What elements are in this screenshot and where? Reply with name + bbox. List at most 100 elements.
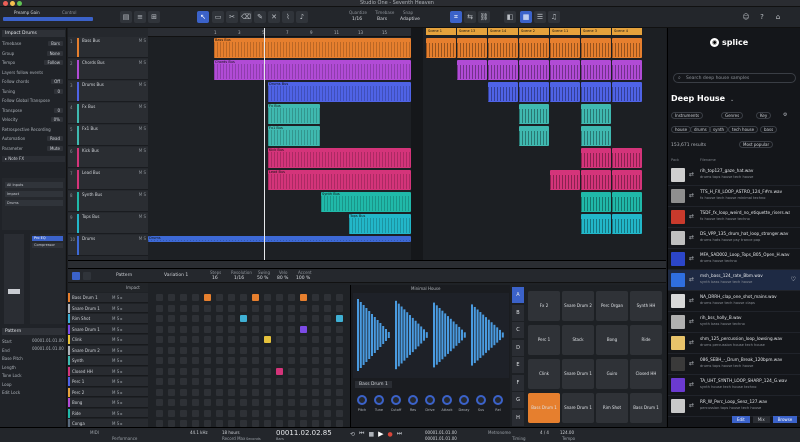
step-cell[interactable] xyxy=(156,315,163,322)
arrange-clip[interactable]: Kick Bus xyxy=(268,148,411,168)
drum-row[interactable]: Snare Drum 2 M S ▸ xyxy=(68,345,148,355)
step-cell[interactable] xyxy=(252,336,259,343)
knob-dial[interactable] xyxy=(493,395,503,405)
step-cell[interactable] xyxy=(324,315,331,322)
row-controls[interactable]: M S ▸ xyxy=(112,411,123,416)
scene-clip[interactable] xyxy=(519,60,549,80)
loop-end[interactable]: 00001.01.01.00 xyxy=(425,436,457,441)
arrange-clip[interactable]: Synth Bus xyxy=(321,192,411,212)
mute-solo-buttons[interactable]: M S xyxy=(139,60,146,65)
knob-dial[interactable] xyxy=(425,395,435,405)
scene-clip[interactable] xyxy=(457,60,487,80)
step-cell[interactable] xyxy=(300,399,307,406)
filter-genres[interactable]: Genres xyxy=(721,112,744,119)
step-cell[interactable] xyxy=(180,409,187,417)
row-controls[interactable]: M S ▸ xyxy=(112,358,123,363)
tag-chip[interactable]: drums xyxy=(690,126,711,133)
step-cell[interactable] xyxy=(204,399,211,406)
marker-icon[interactable]: ◧ xyxy=(504,11,516,23)
step-cell[interactable] xyxy=(204,388,211,396)
pad-bank[interactable]: A xyxy=(512,287,524,303)
scene-clip[interactable] xyxy=(612,38,642,58)
step-cell[interactable] xyxy=(288,336,295,343)
step-cell[interactable] xyxy=(312,420,319,427)
step-cell[interactable] xyxy=(312,357,319,364)
step-cell[interactable] xyxy=(180,357,187,364)
step-cell[interactable] xyxy=(336,367,343,375)
step-cell[interactable] xyxy=(156,325,163,333)
track-name[interactable]: Lead Bus xyxy=(82,170,100,175)
step-cell[interactable] xyxy=(288,304,295,312)
step-cell[interactable] xyxy=(300,294,307,301)
step-cell[interactable] xyxy=(276,294,283,301)
step-cell[interactable] xyxy=(204,325,211,333)
step-cell[interactable] xyxy=(228,294,235,301)
step-cell[interactable] xyxy=(204,304,211,312)
track-header[interactable]: 9 Tops Bus M S xyxy=(68,213,148,234)
scene-divider[interactable] xyxy=(411,28,423,260)
minimize-window-button[interactable] xyxy=(10,1,15,6)
tab-edit[interactable]: Edit xyxy=(732,416,750,423)
step-cell[interactable] xyxy=(180,325,187,333)
step-cell[interactable] xyxy=(252,294,259,301)
step-cell[interactable] xyxy=(192,420,199,427)
inspector-row-value[interactable]: Mute xyxy=(46,145,63,151)
step-cell[interactable] xyxy=(324,388,331,396)
close-window-button[interactable] xyxy=(3,1,8,6)
snap-toggle-icon[interactable]: ⌗ xyxy=(450,11,462,23)
drum-pad[interactable]: Bong xyxy=(596,325,628,355)
preamp-slider[interactable] xyxy=(3,17,93,21)
step-cell[interactable] xyxy=(324,357,331,364)
step-cell[interactable] xyxy=(252,315,259,322)
link-icon[interactable]: ⛓ xyxy=(478,11,490,23)
step-cell[interactable] xyxy=(252,420,259,427)
step-cell[interactable] xyxy=(192,336,199,343)
score-icon[interactable]: ♫ xyxy=(548,11,560,23)
mute-solo-buttons[interactable]: M S xyxy=(139,148,146,153)
step-cell[interactable] xyxy=(168,346,175,354)
track-name[interactable]: Bass Bus xyxy=(82,38,100,43)
scene-clip[interactable] xyxy=(581,148,611,168)
step-cell[interactable] xyxy=(252,367,259,375)
step-cell[interactable] xyxy=(336,399,343,406)
step-cell[interactable] xyxy=(264,346,271,354)
split-tool-icon[interactable]: ✂ xyxy=(226,11,238,23)
step-cell[interactable] xyxy=(288,294,295,301)
accent-value[interactable]: 100 % xyxy=(296,276,310,281)
plugin-slot[interactable]: Compressor xyxy=(32,243,63,248)
splice-search-input[interactable]: ⌕ Search deep house samples xyxy=(673,73,796,83)
drum-pad[interactable]: Closed HH xyxy=(630,359,662,389)
arrow-tool-icon[interactable]: ↖ xyxy=(197,11,209,23)
sampler-knob[interactable]: Sus xyxy=(474,395,488,417)
step-cell[interactable] xyxy=(228,399,235,406)
sampler-knob[interactable]: Tune xyxy=(372,395,386,417)
track-name[interactable]: Drums xyxy=(82,236,95,241)
knob-dial[interactable] xyxy=(442,395,452,405)
arrange-clip[interactable]: Drums Bus xyxy=(268,82,411,102)
step-cell[interactable] xyxy=(228,357,235,364)
step-cell[interactable] xyxy=(252,388,259,396)
step-cell[interactable] xyxy=(324,336,331,343)
chevron-down-icon[interactable]: ⌄ xyxy=(730,97,734,103)
scene-clip[interactable] xyxy=(550,170,580,190)
pad-bank[interactable]: G xyxy=(512,392,524,408)
timebase-value[interactable]: Bars xyxy=(377,17,387,22)
track-name[interactable]: Fx Bus xyxy=(82,104,95,109)
row-controls[interactable]: M S ▸ xyxy=(112,348,123,353)
scene-clip[interactable] xyxy=(581,38,611,58)
step-cell[interactable] xyxy=(336,420,343,427)
step-cell[interactable] xyxy=(204,357,211,364)
sampler-knob[interactable]: Rel xyxy=(491,395,505,417)
step-cell[interactable] xyxy=(156,388,163,396)
knob-dial[interactable] xyxy=(408,395,418,405)
step-cell[interactable] xyxy=(156,367,163,375)
step-cell[interactable] xyxy=(264,325,271,333)
step-cell[interactable] xyxy=(192,304,199,312)
scene-clip[interactable] xyxy=(581,126,611,146)
step-cell[interactable] xyxy=(324,346,331,354)
step-cell[interactable] xyxy=(228,388,235,396)
step-cell[interactable] xyxy=(192,357,199,364)
mute-solo-buttons[interactable]: M S xyxy=(139,214,146,219)
step-cell[interactable] xyxy=(204,294,211,301)
channel-select[interactable]: Drums xyxy=(5,200,63,206)
